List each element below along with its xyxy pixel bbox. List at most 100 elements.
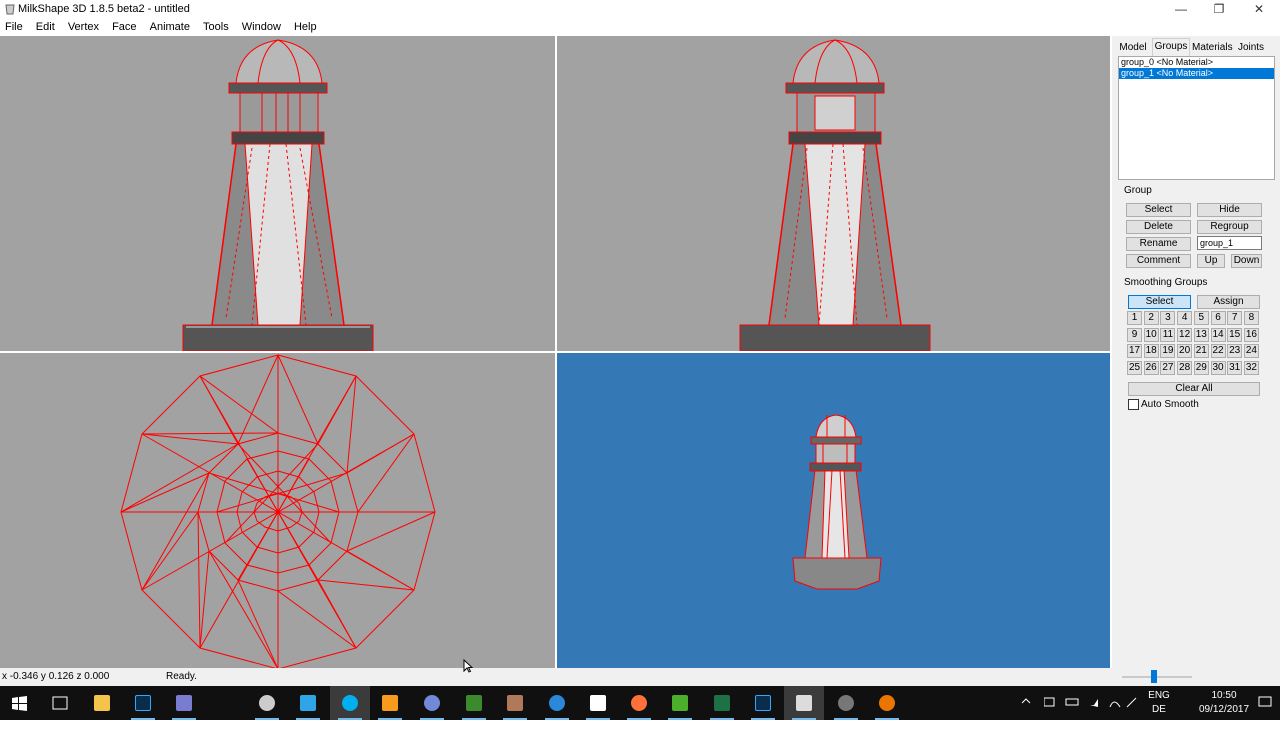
group-up-button[interactable]: Up [1197, 254, 1225, 268]
smoothing-assign-button[interactable]: Assign [1197, 295, 1260, 309]
smoothing-group-17-button[interactable]: 17 [1127, 344, 1142, 359]
mouse-cursor-icon [463, 659, 473, 673]
media-player-icon[interactable] [370, 686, 410, 720]
group-name-field[interactable]: group_1 [1197, 236, 1262, 250]
tray-chevron-icon[interactable] [1020, 696, 1032, 730]
menu-tools[interactable]: Tools [198, 19, 234, 33]
group-comment-button[interactable]: Comment [1126, 254, 1191, 268]
smoothing-group-2-button[interactable]: 2 [1143, 311, 1159, 325]
smoothing-group-11-button[interactable]: 11 [1160, 327, 1176, 342]
maximize-button[interactable]: ❐ [1200, 0, 1238, 19]
smoothing-group-16-button[interactable]: 16 [1243, 327, 1259, 342]
group-down-button[interactable]: Down [1231, 254, 1262, 268]
smoothing-group-10-button[interactable]: 10 [1143, 327, 1159, 342]
auto-smooth-checkbox[interactable] [1128, 399, 1139, 410]
group-regroup-button[interactable]: Regroup [1197, 220, 1262, 234]
task-view-icon[interactable] [40, 686, 80, 720]
close-button[interactable]: ✕ [1240, 0, 1278, 19]
blender-icon[interactable] [867, 686, 907, 720]
menu-edit[interactable]: Edit [31, 19, 60, 33]
notification-icon[interactable] [1258, 696, 1272, 730]
smoothing-group-25-button[interactable]: 25 [1127, 361, 1142, 376]
smoothing-group-3-button[interactable]: 3 [1160, 311, 1176, 325]
group-list-item-selected[interactable]: group_1 <No Material> [1119, 68, 1274, 79]
smoothing-group-23-button[interactable]: 23 [1227, 344, 1243, 359]
photoshop-icon[interactable] [743, 686, 783, 720]
smoothing-group-12-button[interactable]: 12 [1177, 327, 1193, 342]
smoothing-group-15-button[interactable]: 15 [1227, 327, 1243, 342]
skype-icon[interactable] [330, 686, 370, 720]
minimize-button[interactable]: — [1162, 0, 1200, 19]
app-icon[interactable] [495, 686, 535, 720]
zoom-slider-thumb[interactable] [1151, 670, 1157, 683]
viewport-3d[interactable] [557, 353, 1110, 668]
language-indicator[interactable]: ENG DE [1146, 689, 1172, 717]
photoshop-icon[interactable] [123, 686, 163, 720]
smoothing-group-24-button[interactable]: 24 [1243, 344, 1259, 359]
smoothing-group-5-button[interactable]: 5 [1193, 311, 1209, 325]
group-list[interactable]: group_0 <No Material> group_1 <No Materi… [1118, 56, 1275, 180]
tray-network-icon[interactable] [1043, 695, 1124, 729]
group-hide-button[interactable]: Hide [1197, 203, 1262, 217]
viewport-top[interactable] [0, 353, 555, 668]
window-title: MilkShape 3D 1.8.5 beta2 - untitled [18, 3, 190, 15]
tab-materials[interactable]: Materials [1192, 40, 1233, 55]
smoothing-group-8-button[interactable]: 8 [1243, 311, 1259, 325]
menu-vertex[interactable]: Vertex [63, 19, 104, 33]
menu-window[interactable]: Window [237, 19, 286, 33]
smoothing-group-20-button[interactable]: 20 [1177, 344, 1193, 359]
app-icon[interactable] [454, 686, 494, 720]
tray-pen-icon[interactable] [1125, 695, 1139, 729]
smoothing-group-31-button[interactable]: 31 [1227, 361, 1243, 376]
app-icon[interactable] [288, 686, 328, 720]
smoothing-select-button[interactable]: Select [1128, 295, 1191, 309]
group-rename-button[interactable]: Rename [1126, 237, 1191, 251]
smoothing-group-9-button[interactable]: 9 [1127, 327, 1142, 342]
tab-groups[interactable]: Groups [1152, 38, 1190, 56]
group-list-item[interactable]: group_0 <No Material> [1119, 57, 1274, 68]
smoothing-group-28-button[interactable]: 28 [1177, 361, 1193, 376]
file-explorer-icon[interactable] [82, 686, 122, 720]
windows-start-icon[interactable] [0, 686, 40, 720]
smoothing-group-27-button[interactable]: 27 [1160, 361, 1176, 376]
menu-help[interactable]: Help [289, 19, 322, 33]
smoothing-group-7-button[interactable]: 7 [1227, 311, 1243, 325]
milkshape-icon[interactable] [784, 686, 824, 720]
app-icon[interactable] [164, 686, 204, 720]
smoothing-group-18-button[interactable]: 18 [1143, 344, 1159, 359]
discord-icon[interactable] [412, 686, 452, 720]
smoothing-group-32-button[interactable]: 32 [1243, 361, 1259, 376]
clock[interactable]: 10:50 09/12/2017 [1196, 689, 1252, 717]
smoothing-group-22-button[interactable]: 22 [1210, 344, 1226, 359]
coordinate-readout: x -0.346 y 0.126 z 0.000 [2, 671, 110, 682]
smoothing-group-19-button[interactable]: 19 [1160, 344, 1176, 359]
viewport-front[interactable] [0, 36, 555, 351]
app-icon[interactable] [537, 686, 577, 720]
smoothing-group-30-button[interactable]: 30 [1210, 361, 1226, 376]
menu-face[interactable]: Face [107, 19, 141, 33]
groups-panel: Model Groups Materials Joints group_0 <N… [1112, 36, 1280, 668]
excel-icon[interactable] [702, 686, 742, 720]
zoom-slider-track[interactable] [1122, 676, 1192, 678]
tab-model[interactable]: Model [1118, 40, 1148, 55]
clear-all-button[interactable]: Clear All [1128, 382, 1260, 396]
smoothing-group-21-button[interactable]: 21 [1193, 344, 1209, 359]
group-select-button[interactable]: Select [1126, 203, 1191, 217]
app-icon[interactable] [826, 686, 866, 720]
smoothing-group-14-button[interactable]: 14 [1210, 327, 1226, 342]
smoothing-group-13-button[interactable]: 13 [1193, 327, 1209, 342]
file-icon[interactable] [578, 686, 618, 720]
firefox-icon[interactable] [619, 686, 659, 720]
smoothing-group-1-button[interactable]: 1 [1127, 311, 1142, 325]
menu-animate[interactable]: Animate [145, 19, 195, 33]
group-delete-button[interactable]: Delete [1126, 220, 1191, 234]
menu-file[interactable]: File [0, 19, 28, 33]
viewport-side[interactable] [557, 36, 1110, 351]
app-icon[interactable] [660, 686, 700, 720]
tab-joints[interactable]: Joints [1236, 40, 1266, 55]
smoothing-group-4-button[interactable]: 4 [1177, 311, 1193, 325]
app-icon[interactable] [247, 686, 287, 720]
smoothing-group-6-button[interactable]: 6 [1210, 311, 1226, 325]
smoothing-group-29-button[interactable]: 29 [1193, 361, 1209, 376]
smoothing-group-26-button[interactable]: 26 [1143, 361, 1159, 376]
